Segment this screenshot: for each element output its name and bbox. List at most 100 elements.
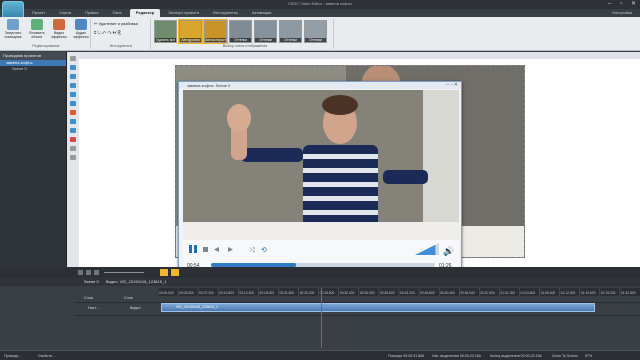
tree-item-scene[interactable]: Scene 0 — [0, 66, 66, 72]
tab-scene-0[interactable]: Scene 0 — [84, 279, 99, 284]
ribbon-divider — [90, 19, 91, 49]
window-title: VSDC Video Editor - замена кофты — [287, 1, 352, 6]
zoom-label[interactable]: Zoom To Screen — [552, 354, 578, 358]
ruler-label: 00:36.000 — [360, 291, 375, 295]
timeline-tool-icon[interactable] — [160, 269, 168, 276]
close-icon[interactable]: ✕ — [629, 0, 638, 8]
audio-tool-icon[interactable] — [70, 74, 76, 79]
player-title-bar: замена кофты: Scene 0 – ▫ ✕ — [179, 82, 461, 89]
redo-icon[interactable]: ↷ — [107, 30, 111, 35]
pointer-icon[interactable] — [70, 56, 76, 61]
tab-window[interactable]: Окно — [107, 9, 128, 17]
copy-icon[interactable]: ⎘ — [118, 30, 121, 35]
timeline-ruler[interactable]: 00:00.000 00:03.600 00:07.200 00:10.800 00:1… — [157, 288, 640, 296]
menu-tabs: Проект Сцена Правка Окно Редактор Экспор… — [26, 9, 640, 17]
video-tool-icon[interactable] — [70, 65, 76, 70]
text-tool-icon[interactable] — [70, 101, 76, 106]
run-wizard-button[interactable]: Запустить помощник — [2, 19, 24, 39]
effect-remove-all[interactable]: Удалить все — [154, 20, 177, 43]
insert-object-button[interactable]: Вставить объект — [26, 19, 48, 39]
timeline-tool-icon[interactable] — [86, 270, 91, 275]
effect-grayscale-3[interactable]: Оттенки — [279, 20, 302, 43]
effect-label: Оттенки — [255, 38, 276, 42]
tab-properties[interactable]: Свойств... — [38, 354, 55, 358]
tool-icons-row: ⌗ ↻ ↶ ↷ ✂ ⎘ — [94, 30, 121, 35]
project-explorer-header: Проводник проектов — [0, 52, 66, 60]
image-tool-icon[interactable] — [70, 83, 76, 88]
shape-tool-icon[interactable] — [70, 92, 76, 97]
wizard-icon — [7, 19, 19, 30]
tab-video-clip[interactable]: Видео: VID_20190418_123815_1 — [106, 279, 167, 284]
delete-split-button[interactable]: ✂ Удаление и разбивка — [94, 21, 138, 26]
zoom-tool-icon[interactable] — [70, 146, 76, 151]
tab-project-explorer[interactable]: Проводн... — [4, 354, 21, 358]
status-start-selection: Нач. выделения 00:00:23.166 — [432, 354, 481, 358]
status-end-selection: Конец выделения 00:00:23.166 — [490, 354, 542, 358]
delete-split-label: Удаление и разбивка — [98, 21, 138, 26]
audio-effects-icon — [75, 19, 87, 30]
playhead[interactable] — [321, 288, 322, 348]
tab-scene[interactable]: Сцена — [53, 9, 77, 17]
effect-label: Оттенки — [230, 38, 251, 42]
audio-effects-button[interactable]: Аудио эффекты — [70, 19, 92, 39]
settings-link[interactable]: Настройки — [612, 10, 632, 15]
ruler-label: 00:07.200 — [199, 291, 214, 295]
tab-export[interactable]: Экспорт проекта — [162, 9, 205, 17]
clip-label: VID_20190418_123815_1 — [176, 305, 218, 309]
video-effects-label: Видео эффекты — [51, 31, 67, 39]
ribbon: Запустить помощник Вставить объект Видео… — [0, 17, 640, 51]
effect-grayscale-2[interactable]: Оттенки — [254, 20, 277, 43]
ruler-label: 00:18.000 — [259, 291, 274, 295]
timeline-tool-icon[interactable] — [171, 269, 179, 276]
group-tools-label: Инструменты — [109, 44, 133, 48]
run-wizard-label: Запустить помощник — [4, 31, 22, 39]
ruler-label: 00:54.000 — [460, 291, 475, 295]
ruler-label: 00:46.800 — [420, 291, 435, 295]
effect-autolevels[interactable]: Автоуровни — [178, 19, 203, 44]
ruler-label: 00:39.600 — [380, 291, 395, 295]
record-tool-icon[interactable] — [70, 110, 76, 115]
speaker-icon[interactable]: 🔊 — [443, 245, 454, 257]
prev-frame-icon[interactable] — [214, 247, 219, 252]
timeline-tool-icon[interactable] — [94, 270, 99, 275]
tab-activation[interactable]: Активация — [246, 9, 278, 17]
video-clip[interactable]: VID_20190418_123815_1 — [161, 303, 595, 312]
effect-tool-icon[interactable] — [70, 137, 76, 142]
timeline-tool-icon[interactable] — [78, 270, 83, 275]
effect-grayscale-1[interactable]: Оттенки — [229, 20, 252, 43]
repeat-icon[interactable]: ⟲ — [261, 247, 267, 254]
insert-icon — [31, 19, 43, 30]
maximize-icon[interactable]: ▫ — [617, 0, 626, 8]
tab-tools[interactable]: Инструменты — [207, 9, 244, 17]
rotate-icon[interactable]: ↻ — [97, 30, 100, 35]
cut-icon[interactable]: ✂ — [113, 30, 117, 35]
timeline-toolbar — [0, 267, 640, 278]
tab-edit[interactable]: Правка — [79, 9, 105, 17]
more-tools-icon[interactable] — [70, 155, 76, 160]
subtitle-tool-icon[interactable] — [70, 128, 76, 133]
tab-editor[interactable]: Редактор — [129, 9, 161, 17]
next-frame-icon[interactable] — [228, 247, 233, 252]
crop-icon[interactable]: ⌗ — [94, 30, 96, 35]
insert-object-label: Вставить объект — [29, 31, 45, 39]
audio-effects-label: Аудио эффекты — [73, 31, 89, 39]
pause-icon[interactable] — [189, 245, 197, 253]
timeline-zoom-slider[interactable] — [104, 272, 144, 273]
effect-label: Автоконтраст — [205, 38, 227, 42]
player-window-controls[interactable]: – ▫ ✕ — [446, 82, 458, 89]
ruler-label: 00:57.600 — [480, 291, 495, 295]
tab-project[interactable]: Проект — [26, 9, 51, 17]
video-effects-button[interactable]: Видео эффекты — [48, 19, 70, 39]
effect-grayscale-4[interactable]: Оттенки — [304, 20, 327, 43]
stop-icon[interactable] — [203, 247, 208, 252]
group-styles-label: Выбор стиля отображения — [222, 44, 268, 48]
player-video[interactable] — [183, 90, 459, 240]
ruler-label: 01:08.400 — [541, 291, 556, 295]
undo-icon[interactable]: ↶ — [102, 30, 106, 35]
effect-autocontrast[interactable]: Автоконтраст — [203, 19, 228, 44]
ruler-label: 00:03.600 — [179, 291, 194, 295]
preview-player-window[interactable]: замена кофты: Scene 0 – ▫ ✕ ⤨ ⟲ 🔊 00:54 … — [178, 81, 462, 275]
chart-tool-icon[interactable] — [70, 119, 76, 124]
minimize-icon[interactable]: – — [605, 0, 614, 8]
shuffle-icon[interactable]: ⤨ — [249, 247, 255, 254]
